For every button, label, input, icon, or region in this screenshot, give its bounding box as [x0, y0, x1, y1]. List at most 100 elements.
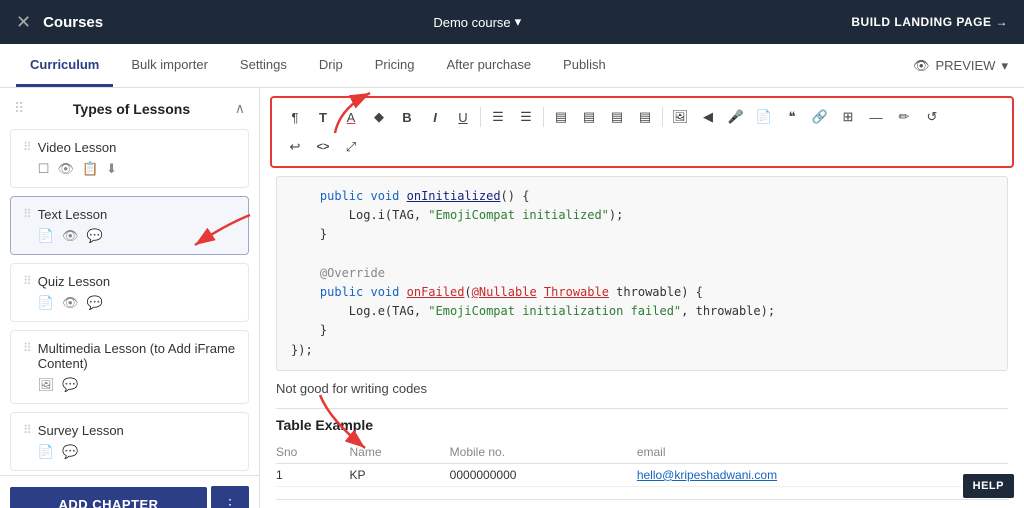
top-nav: ✕ Courses Demo course ▾ BUILD LANDING PA…	[0, 0, 1024, 44]
comment-icon[interactable]: 💬	[87, 295, 103, 311]
link-button[interactable]: 🔗	[807, 104, 833, 130]
download-icon[interactable]: ⬇	[106, 161, 117, 177]
add-chapter-button[interactable]: ADD CHAPTER	[10, 487, 207, 508]
video-button[interactable]: ◀	[695, 104, 721, 130]
more-options-button[interactable]: ⋮	[211, 486, 249, 508]
tab-bar: Curriculum Bulk importer Settings Drip P…	[0, 44, 1024, 88]
file-icon: 📄	[38, 444, 54, 460]
lesson-card-quiz[interactable]: ⠿ Quiz Lesson 📄 👁 💬	[10, 263, 249, 322]
highlight-button[interactable]: ◆	[366, 104, 392, 130]
unordered-list-button[interactable]: ☰	[485, 104, 511, 130]
data-table: Sno Name Mobile no. email 1 KP 000000000…	[276, 441, 1008, 487]
drag-handle-quiz: ⠿	[23, 274, 32, 288]
not-good-text: Not good for writing codes	[276, 381, 1008, 396]
drag-handle-text: ⠿	[23, 207, 32, 221]
image-button[interactable]: 🖼	[667, 104, 693, 130]
file-icon: 📄	[38, 295, 54, 311]
preview-label: PREVIEW	[936, 58, 996, 73]
italic-button[interactable]: I	[422, 104, 448, 130]
course-selector[interactable]: Demo course ▾	[433, 14, 521, 30]
redo-button[interactable]: ↩	[282, 134, 308, 160]
tab-bulk-importer[interactable]: Bulk importer	[117, 44, 222, 87]
arrow-right-icon: →	[995, 15, 1008, 29]
align-left-button[interactable]: ▤	[548, 104, 574, 130]
eye-icon[interactable]: 👁	[57, 161, 74, 177]
toolbar-row-2: ↩ <> ⤢	[282, 134, 1002, 160]
lesson-card-survey[interactable]: ⠿ Survey Lesson 📄 💬	[10, 412, 249, 471]
tab-curriculum[interactable]: Curriculum	[16, 44, 113, 87]
align-center-button[interactable]: ▤	[576, 104, 602, 130]
font-color-button[interactable]: A	[338, 104, 364, 130]
text-lesson-title: Text Lesson	[38, 207, 236, 222]
toolbar-divider-2	[543, 107, 544, 127]
undo-button[interactable]: ↺	[919, 104, 945, 130]
comment-icon[interactable]: 💬	[87, 228, 103, 244]
quiz-lesson-title: Quiz Lesson	[38, 274, 110, 289]
tab-settings[interactable]: Settings	[226, 44, 301, 87]
lesson-card-text[interactable]: ⠿ Text Lesson 📄 👁 💬	[10, 196, 249, 255]
tab-publish[interactable]: Publish	[549, 44, 620, 87]
preview-button[interactable]: 👁 PREVIEW ▾	[913, 58, 1008, 74]
edit-icon[interactable]: 📋	[82, 161, 98, 177]
table-row: 1 KP 0000000000 hello@kripeshadwani.com	[276, 463, 1008, 486]
lesson-card-video[interactable]: ⠿ Video Lesson ☐ 👁 📋 ⬇	[10, 129, 249, 188]
text-lesson-icons: 📄 👁 💬	[38, 228, 236, 244]
course-name: Demo course	[433, 15, 510, 30]
eye-icon[interactable]: 👁	[62, 228, 79, 244]
editor-toolbar: ¶ T A ◆ B I U ☰ ☰ ▤ ▤ ▤ ▤ 🖼	[270, 96, 1014, 168]
content-area: ¶ T A ◆ B I U ☰ ☰ ▤ ▤ ▤ ▤ 🖼	[260, 88, 1024, 508]
checkbox-icon: ☐	[38, 161, 50, 177]
source-button[interactable]: <>	[310, 134, 336, 160]
text-button[interactable]: T	[310, 104, 336, 130]
cell-mobile: 0000000000	[450, 463, 637, 486]
col-name: Name	[350, 441, 450, 464]
col-mobile: Mobile no.	[450, 441, 637, 464]
help-button[interactable]: HELP	[963, 474, 1014, 498]
audio-button[interactable]: 🎤	[723, 104, 749, 130]
drag-handle-multimedia: ⠿	[23, 341, 32, 355]
editor-content[interactable]: public void onInitialized() { Log.i(TAG,…	[260, 176, 1024, 508]
video-lesson-title: Video Lesson	[38, 140, 117, 155]
align-justify-button[interactable]: ▤	[632, 104, 658, 130]
fullscreen-button[interactable]: ⤢	[338, 134, 364, 160]
build-landing-button[interactable]: BUILD LANDING PAGE →	[851, 15, 1008, 29]
table-button[interactable]: ⊞	[835, 104, 861, 130]
tab-drip[interactable]: Drip	[305, 44, 357, 87]
tab-pricing[interactable]: Pricing	[361, 44, 429, 87]
ordered-list-button[interactable]: ☰	[513, 104, 539, 130]
file-button[interactable]: 📄	[751, 104, 777, 130]
lesson-card-multimedia[interactable]: ⠿ Multimedia Lesson (to Add iFrame Conte…	[10, 330, 249, 404]
hr-button[interactable]: —	[863, 104, 889, 130]
close-icon[interactable]: ✕	[16, 12, 31, 33]
tabs: Curriculum Bulk importer Settings Drip P…	[16, 44, 620, 87]
quiz-lesson-icons: 📄 👁 💬	[38, 295, 110, 311]
collapse-icon[interactable]: ∧	[235, 100, 245, 117]
multimedia-lesson-title: Multimedia Lesson (to Add iFrame Content…	[38, 341, 236, 371]
add-chapter-bar: ADD CHAPTER ⋮	[0, 475, 259, 508]
blockquote-button[interactable]: ❝	[779, 104, 805, 130]
sidebar-header: ⠿ Types of Lessons ∧	[0, 88, 259, 125]
video-lesson-icons: ☐ 👁 📋 ⬇	[38, 161, 117, 177]
toolbar-row-1: ¶ T A ◆ B I U ☰ ☰ ▤ ▤ ▤ ▤ 🖼	[282, 104, 1002, 130]
pen-button[interactable]: ✏	[891, 104, 917, 130]
table-example: Table Example Sno Name Mobile no. email	[276, 417, 1008, 487]
align-right-button[interactable]: ▤	[604, 104, 630, 130]
drag-handle-video: ⠿	[23, 140, 32, 154]
toolbar-divider-1	[480, 107, 481, 127]
bold-button[interactable]: B	[394, 104, 420, 130]
toolbar-divider-3	[662, 107, 663, 127]
underline-button[interactable]: U	[450, 104, 476, 130]
code-block: public void onInitialized() { Log.i(TAG,…	[276, 176, 1008, 371]
image-icon: 🖼	[38, 377, 55, 393]
comment-icon[interactable]: 💬	[62, 377, 78, 393]
course-chevron-icon: ▾	[515, 14, 522, 30]
paragraph-button[interactable]: ¶	[282, 104, 308, 130]
survey-lesson-title: Survey Lesson	[38, 423, 124, 438]
tab-after-purchase[interactable]: After purchase	[433, 44, 546, 87]
drag-handle-icon: ⠿	[14, 100, 24, 117]
survey-lesson-icons: 📄 💬	[38, 444, 124, 460]
eye-icon[interactable]: 👁	[62, 295, 79, 311]
main-layout: ⠿ Types of Lessons ∧ ⠿ Video Lesson ☐ 👁 …	[0, 88, 1024, 508]
comment-icon[interactable]: 💬	[62, 444, 78, 460]
cell-email: hello@kripeshadwani.com	[637, 463, 1008, 486]
